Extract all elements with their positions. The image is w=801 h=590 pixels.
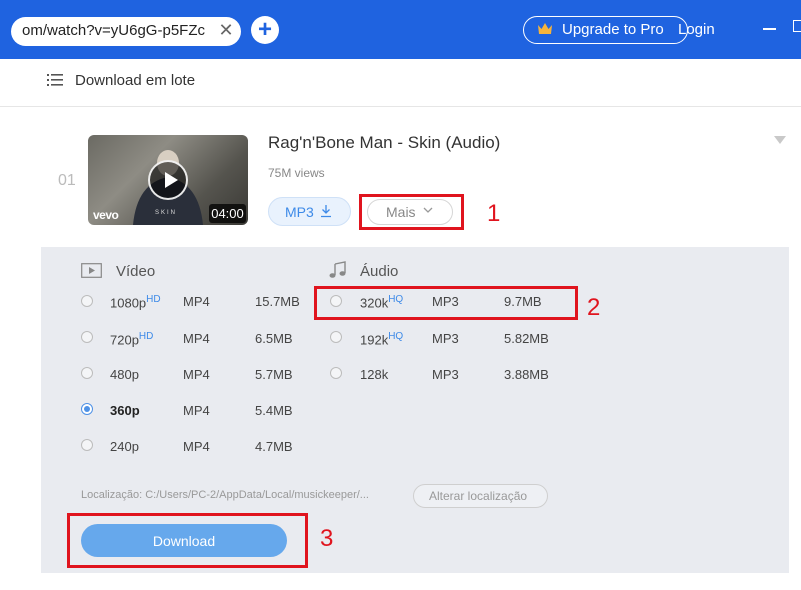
quality-label: 128k: [360, 367, 389, 382]
annotation-box-3: [67, 513, 308, 568]
annotation-step-3: 3: [320, 525, 334, 552]
item-index: 01: [58, 172, 76, 189]
annotation-step-2: 2: [587, 294, 601, 321]
video-icon: [81, 263, 102, 278]
format-label: MP3: [432, 331, 459, 346]
download-icon[interactable]: [320, 204, 332, 218]
size-label: 4.7MB: [255, 439, 293, 454]
quality-label: 480p: [110, 367, 139, 382]
annotation-box-1: [359, 194, 464, 230]
collapse-icon[interactable]: [774, 136, 786, 144]
format-label: MP3: [432, 367, 459, 382]
size-label: 15.7MB: [255, 294, 300, 309]
close-tab-icon[interactable]: ✕: [216, 19, 236, 41]
play-icon: [165, 172, 178, 188]
radio-video-240p[interactable]: [81, 439, 93, 451]
url-text[interactable]: om/watch?v=yU6gG-p5FZc: [22, 22, 212, 39]
maximize-icon[interactable]: [793, 20, 801, 32]
list-icon[interactable]: [47, 73, 63, 87]
annotation-step-1: 1: [487, 200, 501, 227]
change-location-label[interactable]: Alterar localização: [429, 489, 527, 503]
annotation-box-2: [314, 286, 578, 320]
login-link[interactable]: Login: [678, 21, 715, 38]
quality-label: 360p: [110, 403, 140, 418]
thumbnail-caption: SKIN: [155, 210, 178, 216]
hq-badge: HQ: [388, 331, 404, 342]
format-label: MP4: [183, 331, 210, 346]
play-button[interactable]: [148, 160, 188, 200]
size-label: 5.4MB: [255, 403, 293, 418]
format-label: MP4: [183, 403, 210, 418]
video-title: Rag'n'Bone Man - Skin (Audio): [268, 133, 501, 152]
video-section-header: Vídeo: [116, 263, 156, 280]
video-thumbnail[interactable]: vevo SKIN 04:00: [88, 135, 248, 225]
quality-label: 240p: [110, 439, 139, 454]
size-label: 3.88MB: [504, 367, 549, 382]
radio-audio-128k[interactable]: [330, 367, 342, 379]
crown-icon: [538, 23, 552, 34]
radio-audio-192k[interactable]: [330, 331, 342, 343]
quality-label: 720pHD: [110, 331, 154, 348]
hd-badge: HD: [146, 294, 161, 305]
batch-download-label[interactable]: Download em lote: [75, 72, 195, 89]
music-note-icon: [329, 261, 346, 278]
add-tab-button[interactable]: +: [251, 16, 279, 44]
format-label: MP4: [183, 367, 210, 382]
duration-badge: 04:00: [209, 204, 246, 223]
mp3-label[interactable]: MP3: [285, 204, 314, 220]
quality-label: 1080pHD: [110, 294, 161, 311]
vevo-logo: vevo: [93, 208, 119, 222]
view-count: 75M views: [268, 166, 325, 180]
format-label: MP4: [183, 294, 210, 309]
radio-video-360p-selected[interactable]: [81, 403, 93, 415]
size-label: 5.7MB: [255, 367, 293, 382]
radio-video-720p[interactable]: [81, 331, 93, 343]
audio-section-header: Áudio: [360, 263, 399, 280]
radio-video-1080p[interactable]: [81, 295, 93, 307]
quality-label: 192kHQ: [360, 331, 404, 348]
upgrade-label[interactable]: Upgrade to Pro: [562, 21, 664, 38]
divider: [0, 106, 801, 107]
size-label: 5.82MB: [504, 331, 549, 346]
hd-badge: HD: [138, 331, 154, 342]
radio-video-480p[interactable]: [81, 367, 93, 379]
save-location: Localização: C:/Users/PC-2/AppData/Local…: [81, 489, 369, 501]
format-label: MP4: [183, 439, 210, 454]
size-label: 6.5MB: [255, 331, 293, 346]
minimize-icon[interactable]: [763, 28, 776, 30]
